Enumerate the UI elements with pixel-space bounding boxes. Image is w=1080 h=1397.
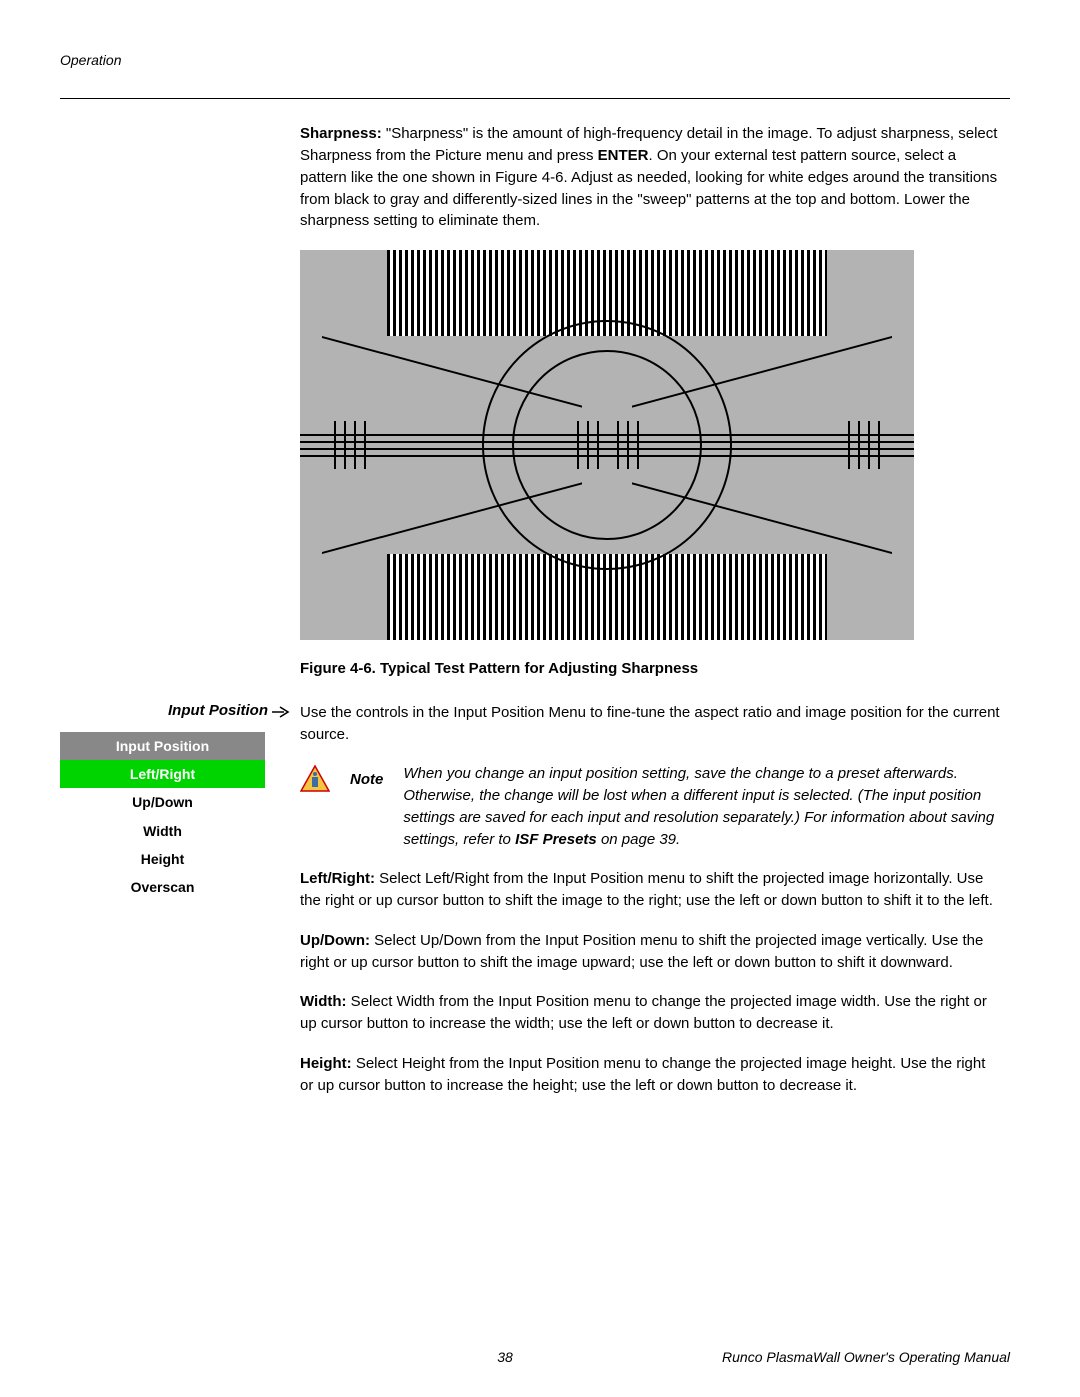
note-block: Note When you change an input position s…	[300, 763, 1000, 850]
menu-title: Input Position	[60, 732, 265, 760]
section-header: Operation	[60, 50, 1010, 70]
input-position-menu: Input Position Left/Right Up/Down Width …	[60, 732, 265, 902]
menu-item-left-right[interactable]: Left/Right	[60, 760, 265, 788]
sharpness-paragraph: Sharpness: "Sharpness" is the amount of …	[300, 123, 1000, 232]
menu-item-up-down[interactable]: Up/Down	[60, 788, 265, 816]
page-number: 38	[497, 1347, 513, 1367]
width-paragraph: Width: Select Width from the Input Posit…	[300, 991, 1000, 1035]
footer: 38 Runco PlasmaWall Owner's Operating Ma…	[0, 1347, 1010, 1367]
width-label: Width:	[300, 993, 347, 1010]
sharpness-label: Sharpness:	[300, 125, 382, 142]
figure-caption: Figure 4-6. Typical Test Pattern for Adj…	[300, 658, 1000, 680]
updown-paragraph: Up/Down: Select Up/Down from the Input P…	[300, 930, 1000, 974]
height-label: Height:	[300, 1055, 352, 1072]
menu-item-height[interactable]: Height	[60, 845, 265, 873]
note-text: When you change an input position settin…	[403, 763, 1000, 850]
updown-label: Up/Down:	[300, 932, 370, 949]
note-icon	[300, 765, 330, 800]
menu-item-overscan[interactable]: Overscan	[60, 873, 265, 901]
menu-item-width[interactable]: Width	[60, 817, 265, 845]
arrow-right-icon	[272, 703, 290, 725]
height-body: Select Height from the Input Position me…	[300, 1055, 985, 1094]
footer-title: Runco PlasmaWall Owner's Operating Manua…	[722, 1349, 1010, 1365]
height-paragraph: Height: Select Height from the Input Pos…	[300, 1053, 1000, 1097]
width-body: Select Width from the Input Position men…	[300, 993, 987, 1032]
leftright-body: Select Left/Right from the Input Positio…	[300, 870, 993, 909]
side-heading: Input Position	[60, 700, 290, 722]
leftright-label: Left/Right:	[300, 870, 375, 887]
test-pattern-figure	[300, 250, 914, 640]
updown-body: Select Up/Down from the Input Position m…	[300, 932, 983, 971]
leftright-paragraph: Left/Right: Select Left/Right from the I…	[300, 868, 1000, 912]
header-rule	[60, 98, 1010, 99]
input-position-intro: Use the controls in the Input Position M…	[300, 702, 1000, 746]
sharpness-enter: ENTER	[598, 147, 649, 164]
note-label: Note	[350, 763, 383, 791]
